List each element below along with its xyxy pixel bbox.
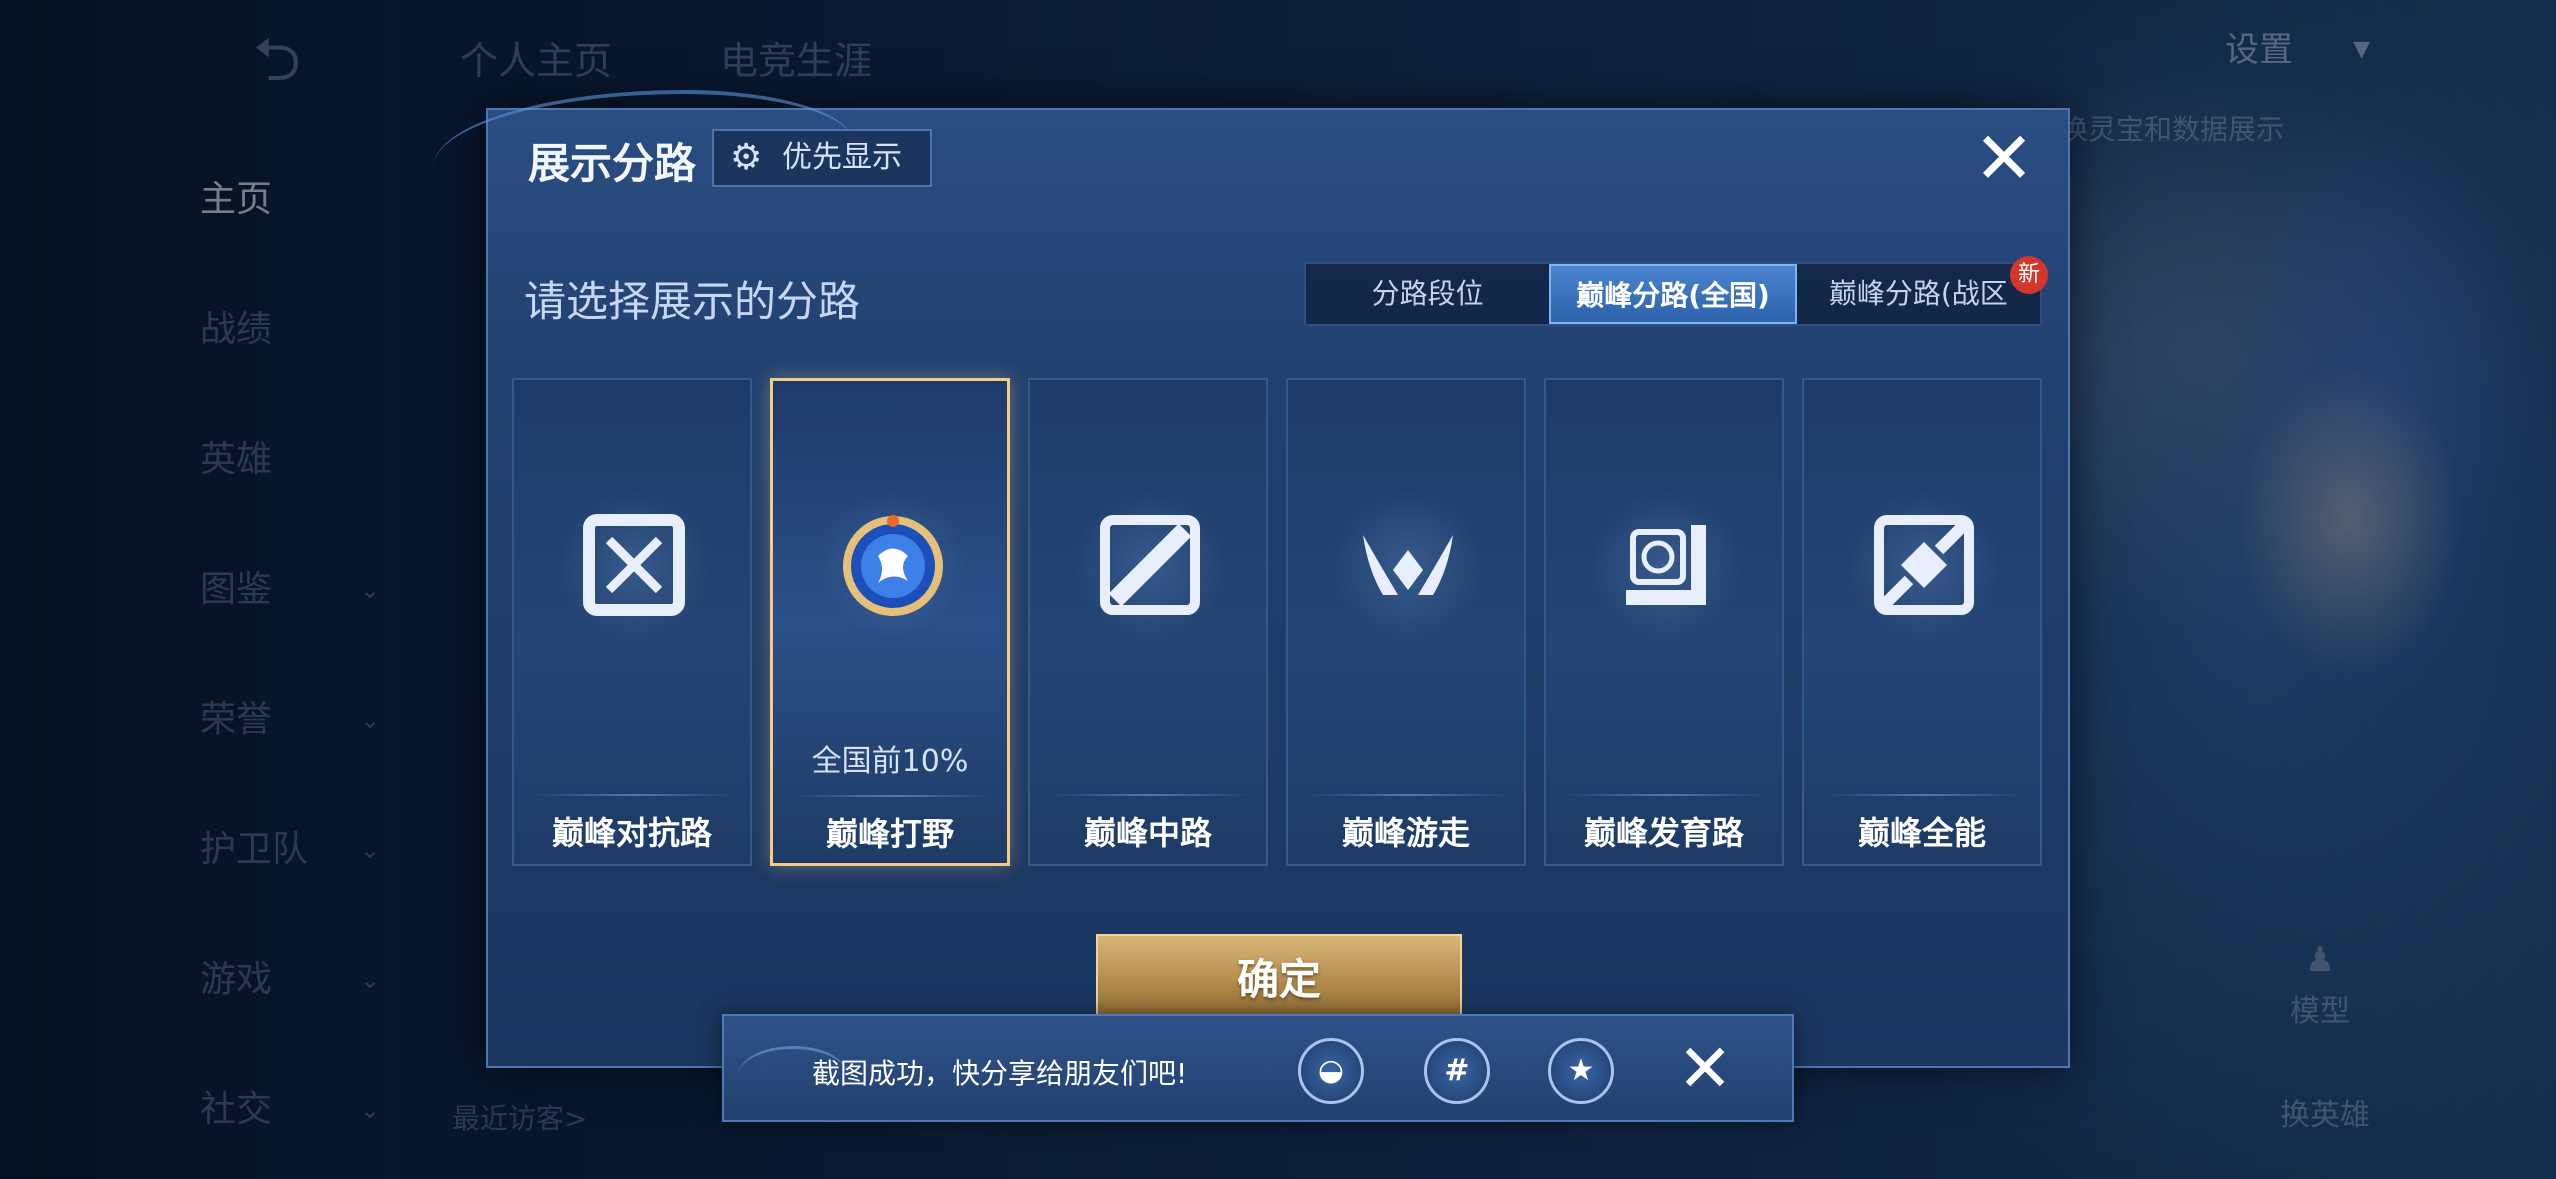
lane-card-label: 巅峰全能: [1857, 814, 1986, 852]
lane-icon-frame: [559, 490, 709, 640]
lane-rank-text: 全国前10%: [811, 744, 969, 779]
lane-icon-frame: [1591, 490, 1741, 640]
lane-icon-frame: [1849, 490, 1999, 640]
toast-message: 截图成功，快分享给朋友们吧!: [812, 1057, 1188, 1090]
tab-label: 巅峰分路(战区: [1828, 277, 2008, 310]
wechat-moments-share-icon[interactable]: #: [1424, 1038, 1490, 1104]
lane-card-jungle-medal[interactable]: 全国前10% 巅峰打野: [770, 378, 1010, 866]
lane-card-list: 巅峰对抗路 全国前10% 巅峰打野 巅峰中路 巅峰游走 巅峰发育路 巅峰全能: [512, 378, 2052, 870]
gear-icon: ⚙: [730, 137, 763, 178]
lane-card-clash-lane[interactable]: 巅峰对抗路: [512, 378, 752, 866]
toast-close-icon[interactable]: ✕: [1672, 1036, 1738, 1102]
tab-label: 分路段位: [1371, 277, 1484, 310]
dialog-title: 展示分路: [528, 139, 697, 188]
qzone-share-icon[interactable]: ★: [1548, 1038, 1614, 1104]
mid-lane-icon: [1095, 510, 1205, 620]
roam-icon: [1353, 510, 1463, 620]
lane-icon-frame: [1075, 490, 1225, 640]
jungle-medal-icon: [838, 511, 948, 621]
all-round-icon: [1869, 510, 1979, 620]
divider: [534, 794, 734, 796]
lane-card-label: 巅峰打野: [825, 815, 954, 853]
lane-card-all-round[interactable]: 巅峰全能: [1802, 378, 2042, 866]
qq-share-icon[interactable]: ◒: [1298, 1038, 1364, 1104]
confirm-button[interactable]: 确定: [1096, 934, 1462, 1026]
tab-label: 巅峰分路(全国): [1576, 279, 1770, 312]
clash-lane-icon: [579, 510, 689, 620]
tab-lane-0[interactable]: 分路段位: [1306, 264, 1549, 324]
lane-icon-frame: [818, 491, 968, 641]
lane-card-roam[interactable]: 巅峰游走: [1286, 378, 1526, 866]
new-badge: 新: [2009, 256, 2048, 294]
lane-segment-tabs: 分路段位 巅峰分路(全国) 巅峰分路(战区新: [1304, 256, 2048, 326]
tab-lane-2[interactable]: 巅峰分路(战区新: [1797, 256, 2048, 324]
lane-card-label: 巅峰游走: [1341, 814, 1470, 852]
lane-display-dialog: 展示分路 ⚙ 优先显示 ✕ 请选择展示的分路 分路段位 巅峰分路(全国) 巅峰分路(…: [433, 90, 2070, 1068]
divider: [1566, 794, 1766, 796]
priority-display-button[interactable]: ⚙ 优先显示: [712, 129, 932, 187]
screenshot-share-toast: 截图成功，快分享给朋友们吧! ◒ # ★ ✕: [722, 1014, 1794, 1122]
lane-card-label: 巅峰对抗路: [551, 814, 712, 852]
lane-card-mid-lane[interactable]: 巅峰中路: [1028, 378, 1268, 866]
lane-icon-frame: [1333, 490, 1483, 640]
priority-display-label: 优先显示: [782, 140, 902, 175]
divider: [1050, 794, 1250, 796]
farm-lane-icon: [1611, 510, 1721, 620]
lane-card-label: 巅峰中路: [1083, 814, 1212, 852]
tab-lane-1[interactable]: 巅峰分路(全国): [1549, 264, 1797, 324]
dialog-subtitle: 请选择展示的分路: [524, 277, 861, 326]
divider: [1824, 794, 2024, 796]
divider: [793, 795, 993, 797]
lane-card-farm-lane[interactable]: 巅峰发育路: [1544, 378, 1784, 866]
divider: [1308, 794, 1508, 796]
lane-card-label: 巅峰发育路: [1583, 814, 1744, 852]
close-icon[interactable]: ✕: [1968, 122, 2040, 194]
